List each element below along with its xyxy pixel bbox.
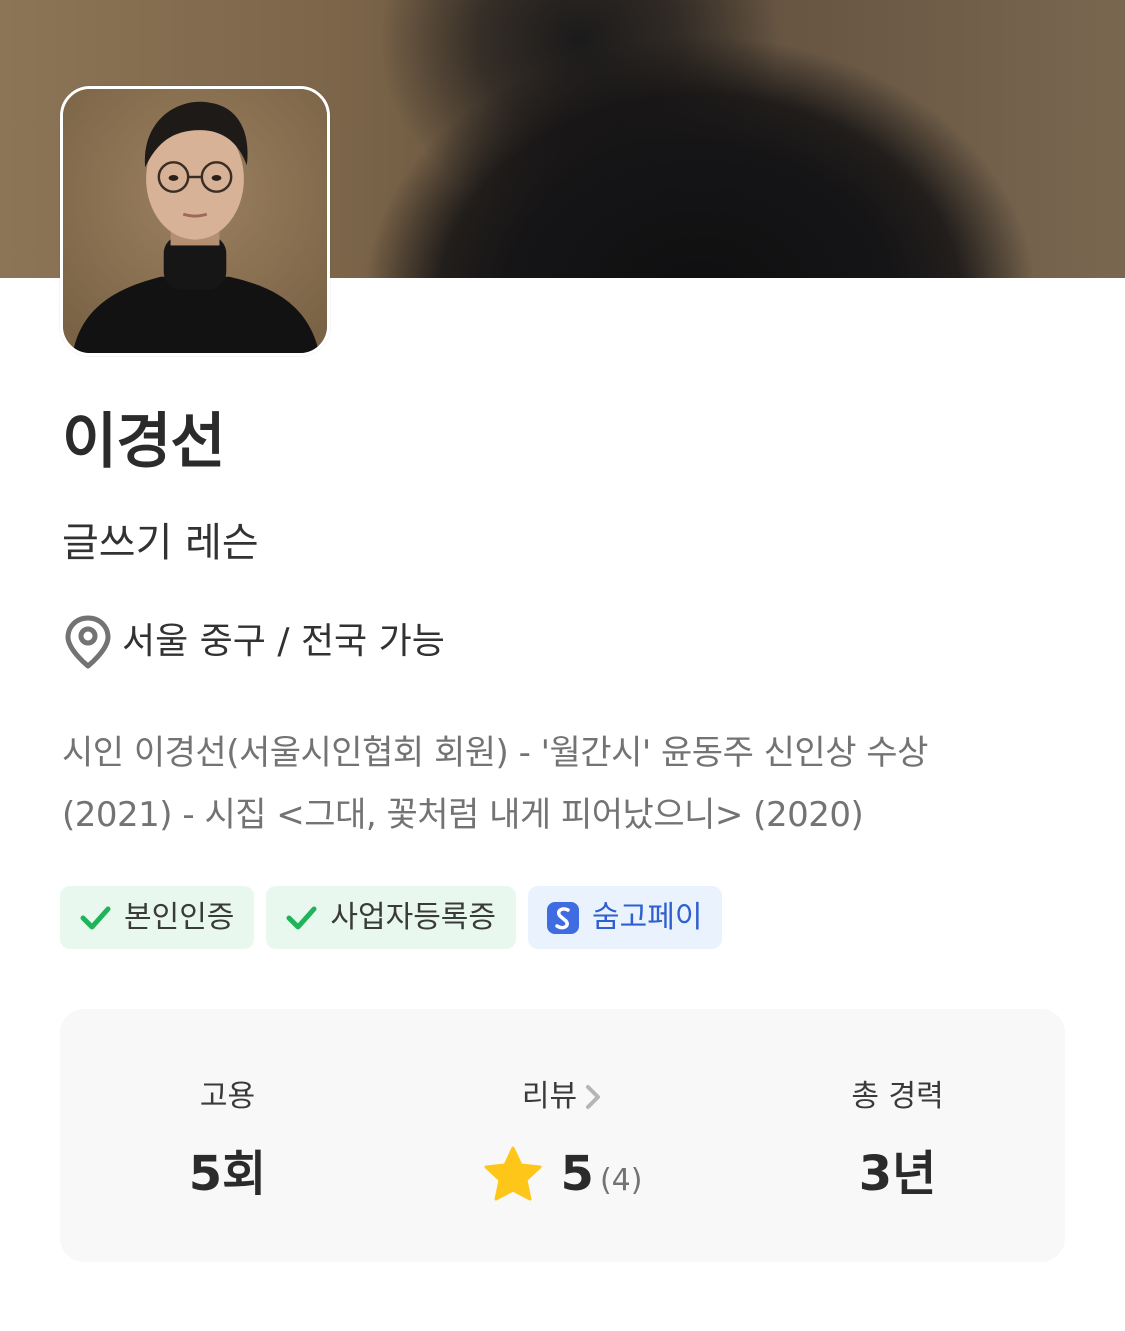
badge-label: 사업자등록증: [330, 899, 497, 935]
stat-hire: 고용 5회: [60, 1009, 395, 1262]
stat-review[interactable]: 리뷰 5 (4): [395, 1009, 730, 1262]
review-rating: 5: [560, 1146, 594, 1202]
avatar[interactable]: [60, 86, 330, 356]
stat-label: 총 경력: [851, 1079, 944, 1114]
intro-text: 시인 이경선(서울시인협회 회원) - '월간시' 윤동주 신인상 수상 (20…: [62, 722, 1062, 846]
location-row: 서울 중구 / 전국 가능: [62, 612, 445, 672]
stat-label: 리뷰: [521, 1079, 578, 1114]
badge-soomgo-pay[interactable]: 숨고페이: [528, 886, 723, 949]
stat-value: 5회: [188, 1146, 267, 1202]
badge-business-registration: 사업자등록증: [266, 886, 517, 949]
check-icon: [286, 906, 317, 929]
soomgo-pay-icon: [547, 901, 580, 934]
review-score: 5 (4): [483, 1139, 642, 1209]
location-pin-icon: [65, 615, 111, 669]
badge-label: 숨고페이: [592, 899, 703, 935]
verification-badges: 본인인증 사업자등록증 숨고페이: [60, 886, 723, 949]
stats-card: 고용 5회 리뷰 5 (4) 총 경력 3년: [60, 1009, 1065, 1262]
check-icon: [80, 906, 111, 929]
intro-line: 시인 이경선(서울시인협회 회원) - '월간시' 윤동주 신인상 수상: [62, 733, 928, 773]
stat-career: 총 경력 3년: [730, 1009, 1065, 1262]
expert-profile-page: 이경선 글쓰기 레슨 서울 중구 / 전국 가능 시인 이경선(서울시인협회 회…: [0, 0, 1125, 1331]
review-link[interactable]: 리뷰: [522, 1077, 603, 1117]
intro-line: (2021) - 시집 <그대, 꽃처럼 내게 피어났으니> (2020): [62, 795, 864, 835]
badge-label: 본인인증: [124, 899, 235, 935]
stat-label: 고용: [199, 1079, 256, 1114]
service-category: 글쓰기 레슨: [62, 520, 259, 566]
stat-value: 3년: [858, 1146, 937, 1202]
star-icon: [484, 1146, 542, 1201]
location-text: 서울 중구 / 전국 가능: [122, 621, 445, 662]
badge-identity-verified: 본인인증: [60, 886, 255, 949]
expert-name: 이경선: [62, 407, 226, 477]
review-count: (4): [599, 1163, 643, 1198]
chevron-right-icon: [586, 1085, 601, 1109]
